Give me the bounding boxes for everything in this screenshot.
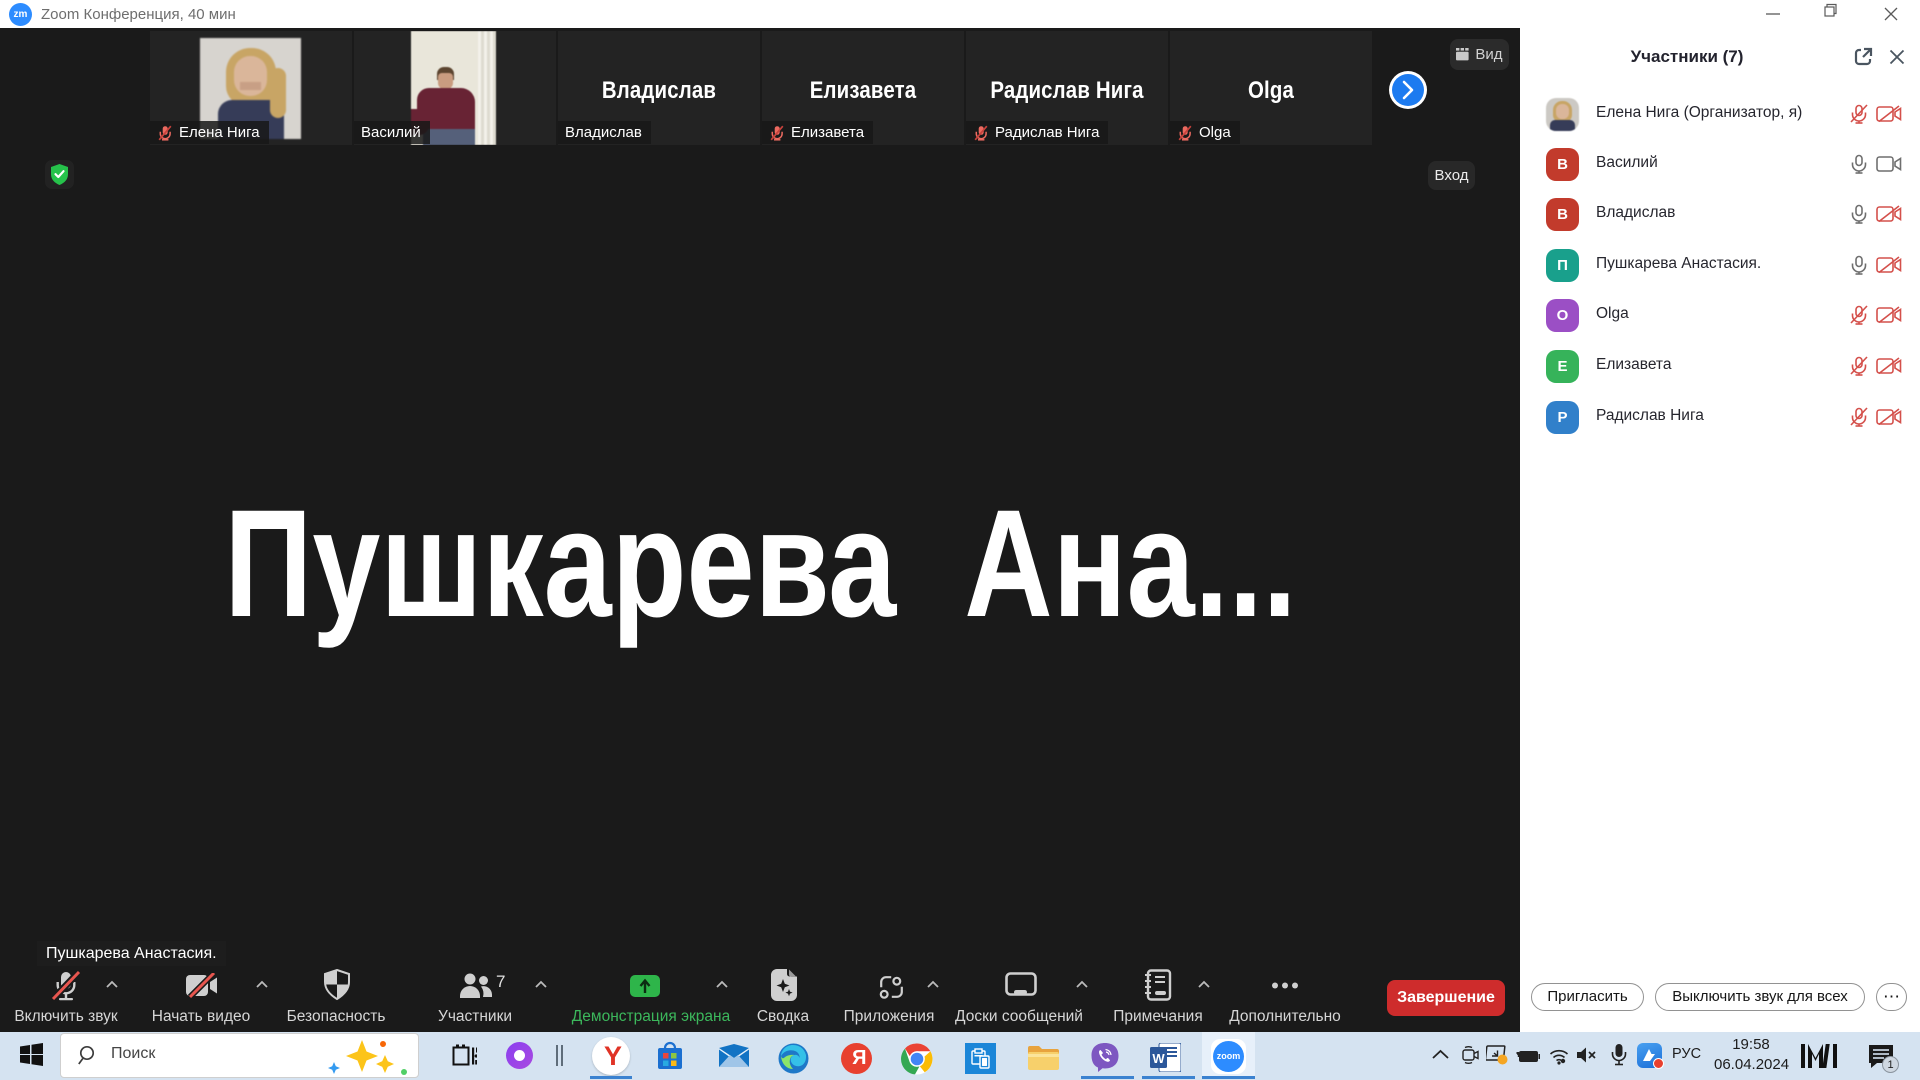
svg-text:W: W <box>1152 1051 1165 1066</box>
